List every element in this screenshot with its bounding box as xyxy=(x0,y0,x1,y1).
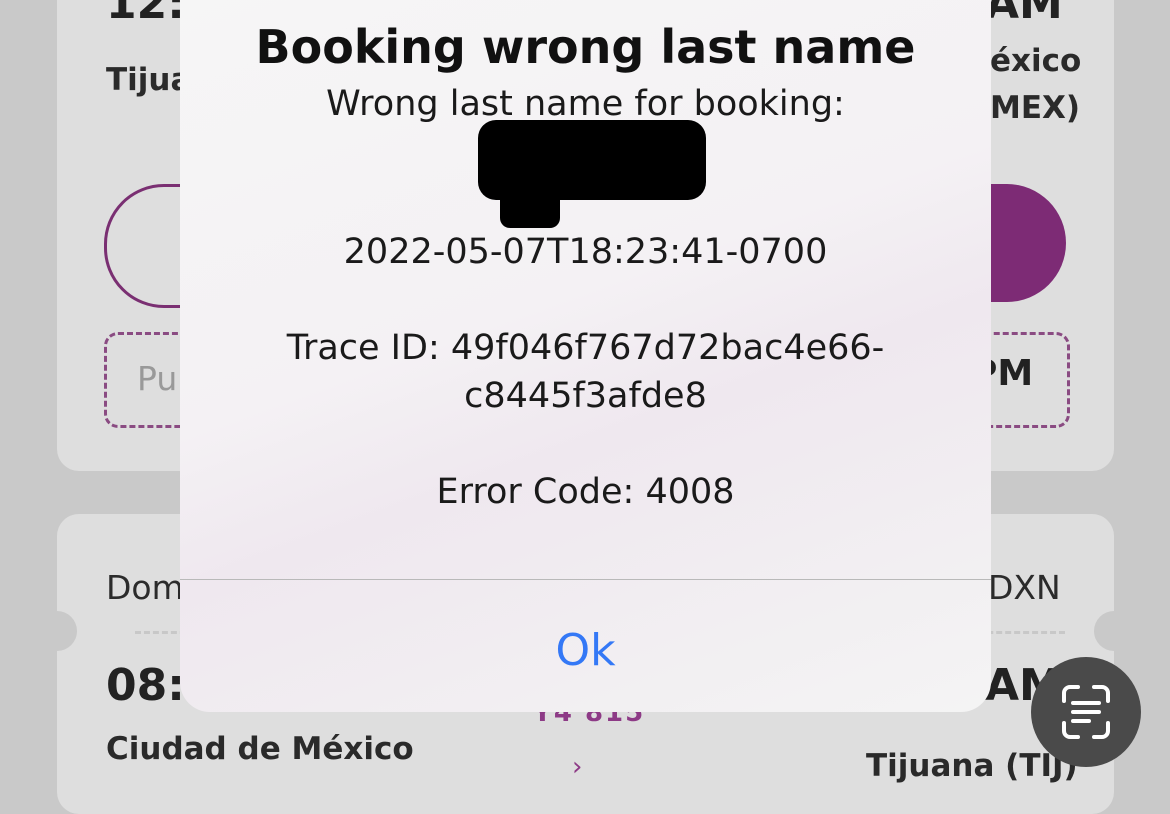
flight-route-code: DXN xyxy=(988,568,1061,607)
alert-trace-id-line2: c8445f3afde8 xyxy=(464,376,707,416)
route-arrow-icon: › xyxy=(572,752,583,782)
alert-separator xyxy=(180,579,991,580)
alert-title: Booking wrong last name xyxy=(255,20,916,74)
ticket-notch-right xyxy=(1094,611,1134,651)
alert-timestamp: 2022-05-07T18:23:41-0700 xyxy=(343,232,828,272)
boarding-info-label: Pu xyxy=(137,359,178,398)
live-text-scan-button[interactable] xyxy=(1031,657,1141,767)
destination-code: MEX) xyxy=(990,90,1081,126)
ok-button[interactable]: Ok xyxy=(180,610,991,690)
redacted-last-name-tail xyxy=(500,180,560,228)
ticket-notch-left xyxy=(37,611,77,651)
live-text-scan-icon xyxy=(1062,685,1110,739)
error-alert-dialog: Booking wrong last name Wrong last name … xyxy=(180,0,991,712)
alert-trace-id-line1: Trace ID: 49f046f767d72bac4e66- xyxy=(286,328,885,368)
origin-city: Tijua xyxy=(106,62,192,98)
alert-error-code: Error Code: 4008 xyxy=(436,472,735,512)
origin-city-2: Ciudad de México xyxy=(106,731,414,767)
destination-city: éxico xyxy=(990,43,1082,79)
flight-date: Dom xyxy=(106,568,184,607)
departure-time: 12: xyxy=(106,0,185,29)
arrival-time-suffix: AM xyxy=(985,0,1063,29)
